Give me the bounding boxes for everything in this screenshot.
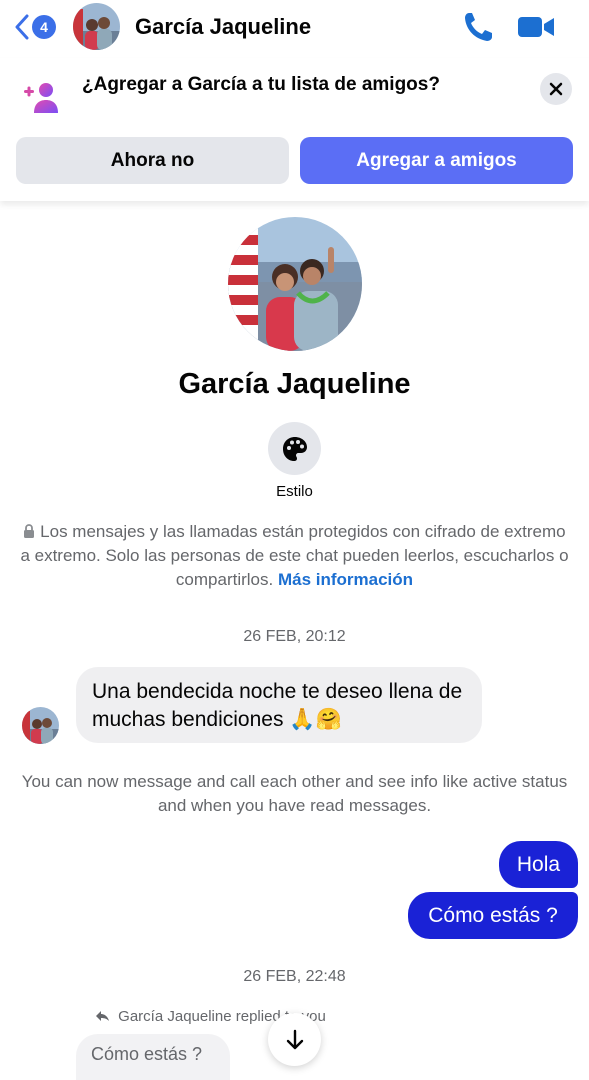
outgoing-message[interactable]: Cómo estás ? [408,892,578,939]
profile-name: García Jaqueline [178,368,411,400]
message-avatar[interactable] [22,707,59,744]
close-icon [549,82,563,96]
replied-message-quote[interactable]: Cómo estás ? [76,1034,230,1080]
scroll-to-bottom-button[interactable] [268,1013,321,1066]
more-info-link[interactable]: Más información [278,570,413,589]
back-button[interactable]: 4 [14,10,62,44]
add-friend-button[interactable]: Agregar a amigos [300,137,573,184]
add-friend-icon [24,80,60,114]
not-now-button[interactable]: Ahora no [16,137,289,184]
info-notice: You can now message and call each other … [21,772,568,815]
incoming-message-text: Una bendecida noche te deseo llena de mu… [92,680,463,731]
reply-arrow-icon [96,1011,109,1021]
incoming-message-emoji: 🙏🤗 [289,708,342,731]
chat-title[interactable]: García Jaqueline [135,14,311,40]
outgoing-message[interactable]: Hola [499,841,578,888]
incoming-message[interactable]: Una bendecida noche te deseo llena de mu… [76,667,482,743]
arrow-down-icon [286,1029,303,1049]
palette-icon [282,436,307,461]
profile-photo[interactable] [228,217,362,351]
timestamp: 26 FEB, 22:48 [243,968,346,985]
chevron-left-icon [15,14,29,40]
phone-icon [465,13,492,41]
style-button[interactable] [268,422,321,475]
timestamp: 26 FEB, 20:12 [243,628,346,645]
video-call-button[interactable] [517,12,555,42]
video-camera-icon [518,17,554,37]
lock-icon [24,524,35,538]
encryption-notice: Los mensajes y las llamadas están proteg… [20,520,569,592]
add-friend-prompt: ¿Agregar a García a tu lista de amigos? [82,74,440,95]
avatar[interactable] [73,3,120,50]
unread-count-badge: 4 [32,15,56,39]
style-label: Estilo [276,483,313,500]
close-banner-button[interactable] [540,73,572,105]
voice-call-button[interactable] [462,10,494,44]
